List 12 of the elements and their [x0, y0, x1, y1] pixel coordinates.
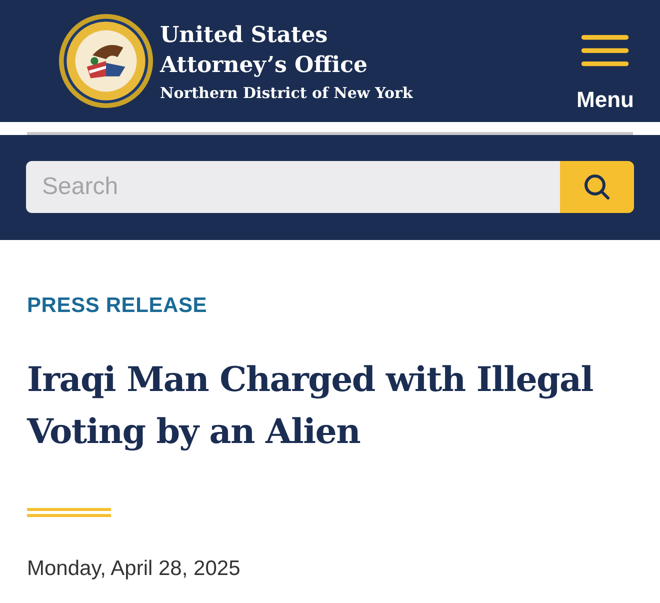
district-subtitle: Northern District of New York: [160, 84, 414, 102]
search-field[interactable]: Search: [26, 161, 560, 213]
article-headline: Iraqi Man Charged with Illegal Voting by an Alien: [27, 359, 594, 454]
search-icon: [583, 173, 611, 201]
office-title: Attorney’s Office: [160, 51, 369, 80]
search-button[interactable]: [560, 161, 634, 213]
seal-icon: [58, 13, 154, 109]
office-title: United States: [160, 21, 329, 50]
menu-icon: [580, 35, 630, 69]
publish-date: Monday, April 28, 2025: [27, 557, 242, 581]
menu-button[interactable]: Menu: [576, 35, 634, 113]
category-label: PRESS RELEASE: [27, 294, 208, 318]
